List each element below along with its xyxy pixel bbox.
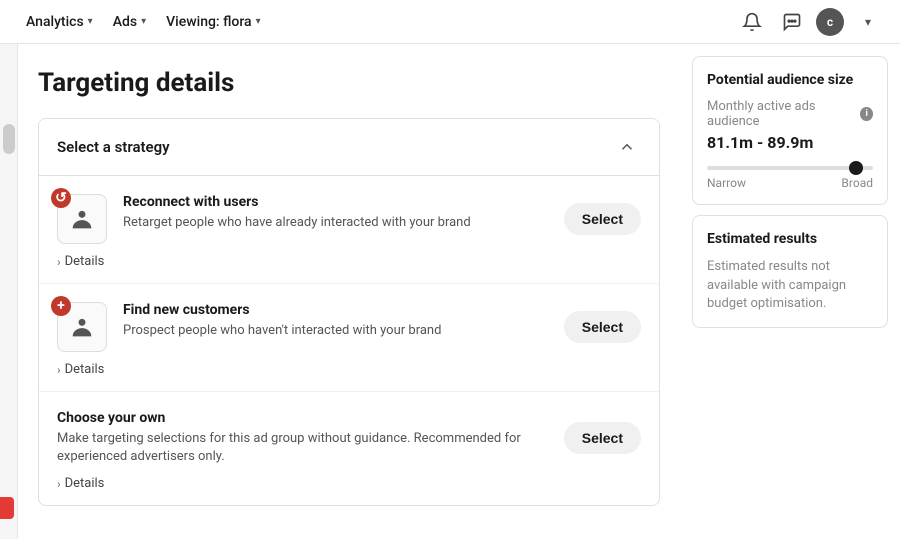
audience-card-title: Potential audience size — [707, 71, 873, 89]
slider-dot-icon — [849, 161, 863, 175]
scroll-thumb[interactable] — [3, 124, 15, 154]
nav-right: c ▾ — [736, 6, 884, 38]
reconnect-desc: Retarget people who have already interac… — [123, 214, 548, 232]
choose-own-details-chevron-icon: › — [57, 477, 61, 491]
find-new-desc: Prospect people who haven't interacted w… — [123, 322, 548, 340]
strategy-option-choose-own: Choose your own Make targeting selection… — [39, 392, 659, 505]
estimated-results-card: Estimated results Estimated results not … — [692, 215, 888, 328]
option-row-find-new: + Find new customers Prospect people who… — [57, 302, 641, 352]
find-new-content: Find new customers Prospect people who h… — [123, 302, 548, 340]
find-new-details-toggle[interactable]: › Details — [57, 352, 641, 391]
strategy-card: Select a strategy — [38, 118, 660, 506]
audience-monthly-label: Monthly active ads audience i — [707, 99, 873, 129]
reconnect-details-chevron-icon: › — [57, 255, 61, 269]
estimated-results-title: Estimated results — [707, 230, 873, 248]
find-new-icon-wrap: + — [57, 302, 107, 352]
red-indicator-dot — [0, 497, 14, 519]
chat-icon[interactable] — [776, 6, 808, 38]
reconnect-icon-wrap: ↺ — [57, 194, 107, 244]
slider-narrow-label: Narrow — [707, 176, 746, 190]
find-new-title: Find new customers — [123, 302, 548, 318]
content-area: Targeting details Select a strategy — [18, 44, 680, 539]
right-sidebar: Potential audience size Monthly active a… — [680, 44, 900, 539]
reconnect-badge-icon: ↺ — [51, 188, 71, 208]
strategy-header: Select a strategy — [39, 119, 659, 176]
reconnect-title: Reconnect with users — [123, 194, 548, 210]
page-title: Targeting details — [38, 68, 660, 98]
find-new-details-label: Details — [65, 362, 105, 377]
choose-own-content: Choose your own Make targeting selection… — [57, 410, 548, 466]
slider-broad-label: Broad — [841, 176, 873, 190]
reconnect-details-label: Details — [65, 254, 105, 269]
audience-size-card: Potential audience size Monthly active a… — [692, 56, 888, 205]
nav-expand-chevron-icon[interactable]: ▾ — [852, 6, 884, 38]
nav-ads-chevron: ▾ — [141, 16, 146, 27]
main-layout: Targeting details Select a strategy — [0, 44, 900, 539]
nav-ads[interactable]: Ads ▾ — [103, 6, 156, 38]
reconnect-details-toggle[interactable]: › Details — [57, 244, 641, 283]
audience-range-value: 81.1m - 89.9m — [707, 133, 873, 152]
choose-own-desc: Make targeting selections for this ad gr… — [57, 430, 548, 466]
top-nav: Analytics ▾ Ads ▾ Viewing: flora ▾ c — [0, 0, 900, 44]
estimated-results-desc: Estimated results not available with cam… — [707, 258, 873, 313]
option-row-reconnect: ↺ Reconnect with users Retarget people w… — [57, 194, 641, 244]
avatar-label: c — [827, 15, 833, 29]
choose-own-details-toggle[interactable]: › Details — [57, 466, 641, 505]
strategy-option-reconnect: ↺ Reconnect with users Retarget people w… — [39, 176, 659, 284]
scrollbar[interactable] — [0, 44, 18, 539]
notification-bell-icon[interactable] — [736, 6, 768, 38]
nav-viewing-chevron: ▾ — [256, 16, 261, 27]
nav-analytics-label: Analytics — [26, 14, 84, 30]
collapse-button[interactable] — [613, 133, 641, 161]
choose-own-details-label: Details — [65, 476, 105, 491]
nav-ads-label: Ads — [113, 14, 137, 30]
info-icon[interactable]: i — [860, 107, 873, 121]
find-new-details-chevron-icon: › — [57, 363, 61, 377]
reconnect-select-button[interactable]: Select — [564, 203, 641, 235]
nav-analytics-chevron: ▾ — [88, 16, 93, 27]
choose-own-select-button[interactable]: Select — [564, 422, 641, 454]
strategy-option-find-new: + Find new customers Prospect people who… — [39, 284, 659, 392]
option-row-choose-own: Choose your own Make targeting selection… — [57, 410, 641, 466]
find-new-badge-icon: + — [51, 296, 71, 316]
nav-analytics[interactable]: Analytics ▾ — [16, 6, 103, 38]
user-avatar[interactable]: c — [816, 8, 844, 36]
choose-own-title: Choose your own — [57, 410, 548, 426]
nav-viewing-label: Viewing: flora — [166, 14, 251, 30]
slider-labels: Narrow Broad — [707, 176, 873, 190]
find-new-select-button[interactable]: Select — [564, 311, 641, 343]
reconnect-content: Reconnect with users Retarget people who… — [123, 194, 548, 232]
monthly-label-text: Monthly active ads audience — [707, 99, 856, 129]
nav-viewing[interactable]: Viewing: flora ▾ — [156, 6, 270, 38]
audience-slider[interactable] — [707, 166, 873, 170]
strategy-header-title: Select a strategy — [57, 138, 170, 156]
